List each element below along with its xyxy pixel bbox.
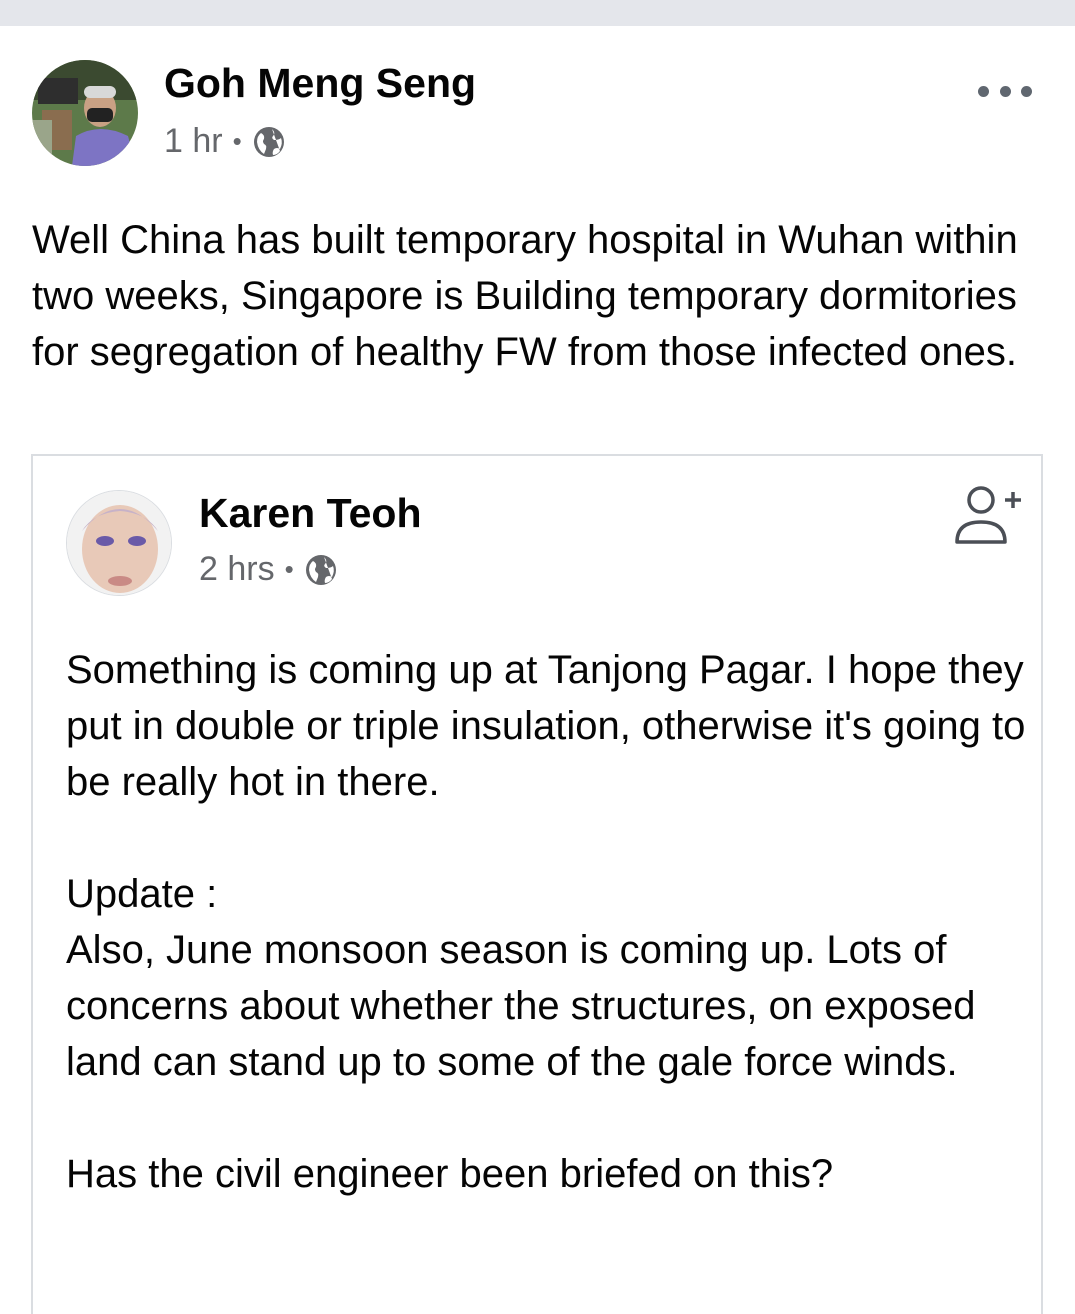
post-meta: 1 hr • xyxy=(164,122,286,161)
post-text: Well China has built temporary hospital … xyxy=(32,218,1018,374)
meta-separator: • xyxy=(284,554,294,584)
shared-post-card[interactable]: Karen Teoh 2 hrs • Something is coming u… xyxy=(31,454,1043,1314)
shared-post-timestamp[interactable]: 2 hrs xyxy=(199,550,275,589)
add-friend-icon[interactable] xyxy=(953,482,1023,552)
post-timestamp[interactable]: 1 hr xyxy=(164,122,223,161)
shared-paragraph: Something is coming up at Tanjong Pagar.… xyxy=(66,648,1026,804)
author-name[interactable]: Goh Meng Seng xyxy=(164,60,476,107)
more-options-icon[interactable] xyxy=(978,76,1032,106)
shared-post-meta: 2 hrs • xyxy=(199,550,338,589)
shared-paragraph: Has the civil engineer been briefed on t… xyxy=(66,1152,834,1196)
shared-author-name[interactable]: Karen Teoh xyxy=(199,490,422,537)
globe-icon[interactable] xyxy=(304,553,338,587)
shared-post-text: Something is coming up at Tanjong Pagar.… xyxy=(66,642,1026,1258)
author-avatar[interactable] xyxy=(32,60,138,166)
feed-top-divider xyxy=(0,0,1075,26)
feed-post: Goh Meng Seng 1 hr • Well China has buil… xyxy=(0,26,1075,1314)
globe-icon[interactable] xyxy=(252,125,286,159)
shared-author-avatar[interactable] xyxy=(66,490,172,596)
meta-separator: • xyxy=(232,126,242,156)
shared-paragraph: Update : Also, June monsoon season is co… xyxy=(66,872,976,1084)
